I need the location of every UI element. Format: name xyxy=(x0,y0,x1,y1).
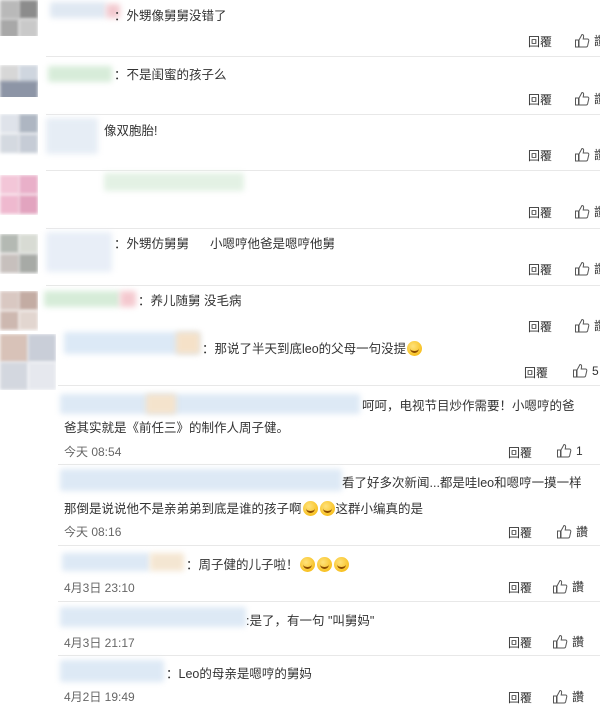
thumbs-up-icon xyxy=(575,91,590,105)
timestamp: 今天 08:54 xyxy=(64,445,122,459)
reply-button[interactable]: 回覆 xyxy=(528,91,552,108)
reply-button[interactable]: 回覆 xyxy=(528,261,552,278)
thumbs-up-icon xyxy=(557,443,572,458)
comment-text: 像双胞胎! xyxy=(104,124,158,138)
reply-item: ：周子健的儿子啦！ 4月3日 23:10 回覆 讚 xyxy=(0,549,600,602)
reply-button[interactable]: 回覆 xyxy=(508,634,532,651)
comment-text: ：养儿随舅 没毛病 xyxy=(138,294,242,308)
username-blurred[interactable] xyxy=(62,553,150,571)
reply-button[interactable]: 回覆 xyxy=(528,33,552,50)
reply-item: 看了好多次新闻...都是哇leo和嗯哼一摸一样 那倒是说说他不是亲弟弟到底是谁的… xyxy=(0,465,600,546)
like-button[interactable]: 讚 xyxy=(574,146,600,163)
thumbs-up-icon xyxy=(553,689,568,703)
emoji-icon xyxy=(299,557,315,572)
thumbs-up-icon xyxy=(557,524,572,538)
comment-text-line2: 那倒是说说他不是亲弟弟到底是谁的孩子啊 这群小编真的是 xyxy=(64,501,424,516)
comment-text-extra: 小嗯哼他爸是嗯哼他舅 xyxy=(210,237,336,251)
username-blurred[interactable] xyxy=(60,660,164,682)
reply-button[interactable]: 回覆 xyxy=(524,364,548,381)
reply-button[interactable]: 回覆 xyxy=(508,579,532,596)
comment-text: 呵呵，电视节目炒作需要！小嗯哼的爸 xyxy=(362,399,575,413)
emoji-icon xyxy=(302,501,318,516)
comment-item: ：外甥仿舅舅 小嗯哼他爸是嗯哼他舅 回覆 讚 xyxy=(0,228,600,286)
reply-item: 呵呵，电视节目炒作需要！小嗯哼的爸 爸其实就是《前任三》的制作人周子健。 今天 … xyxy=(0,386,600,465)
username-blurred[interactable] xyxy=(48,66,112,82)
like-button[interactable]: 讚 xyxy=(556,523,588,540)
username-blurred[interactable] xyxy=(60,469,342,491)
timestamp: 4月3日 21:17 xyxy=(64,636,135,650)
like-button[interactable]: 5 xyxy=(572,363,599,379)
reply-item: :是了，有一句 "叫舅妈" 4月3日 21:17 回覆 讚 xyxy=(0,603,600,656)
username-blurred[interactable] xyxy=(60,394,360,414)
reply-button[interactable]: 回覆 xyxy=(508,524,532,541)
emoji-icon xyxy=(407,341,423,356)
username-blurred[interactable] xyxy=(60,607,246,627)
like-button[interactable]: 讚 xyxy=(574,203,600,220)
avatar[interactable] xyxy=(0,65,38,97)
like-button[interactable]: 1 xyxy=(556,443,583,459)
like-button[interactable]: 讚 xyxy=(574,260,600,277)
emoji-icon xyxy=(333,557,349,572)
comment-item: ：不是闺蜜的孩子么 回覆 讚 xyxy=(0,57,600,115)
comment-item: ：养儿随舅 没毛病 回覆 讚 xyxy=(0,285,600,335)
thumbs-up-icon xyxy=(575,261,590,275)
thumbs-up-icon xyxy=(553,634,568,648)
username-blurred[interactable] xyxy=(104,173,244,191)
username-blurred[interactable] xyxy=(46,232,112,272)
avatar[interactable] xyxy=(0,175,38,215)
timestamp: 4月3日 23:10 xyxy=(64,581,135,595)
thumbs-up-icon xyxy=(575,33,590,47)
username-blurred[interactable] xyxy=(46,118,98,154)
thumbs-up-icon xyxy=(573,363,588,378)
thumbs-up-icon xyxy=(575,147,590,161)
emoji-icon xyxy=(316,557,332,572)
avatar[interactable] xyxy=(0,234,38,274)
avatar[interactable] xyxy=(0,291,38,331)
reply-item: ：那说了半天到底leo的父母一句没提 回覆 5 xyxy=(0,330,600,390)
reply-button[interactable]: 回覆 xyxy=(508,689,532,706)
avatar[interactable] xyxy=(0,114,38,156)
like-button[interactable]: 讚 xyxy=(574,32,600,49)
avatar[interactable] xyxy=(0,0,38,36)
like-button[interactable]: 讚 xyxy=(574,90,600,107)
reply-button[interactable]: 回覆 xyxy=(508,444,532,461)
timestamp: 4月2日 19:49 xyxy=(64,690,135,704)
like-button[interactable]: 讚 xyxy=(552,633,584,650)
like-button[interactable]: 讚 xyxy=(552,688,584,705)
comment-item: ：外甥像舅舅没错了 回覆 讚 xyxy=(0,0,600,57)
thumbs-up-icon xyxy=(575,204,590,218)
comment-text: ：Leo的母亲是嗯哼的舅妈 xyxy=(166,667,312,681)
reply-button[interactable]: 回覆 xyxy=(528,147,552,164)
username-blurred[interactable] xyxy=(44,291,120,307)
reply-button[interactable]: 回覆 xyxy=(528,204,552,221)
reply-item: ：Leo的母亲是嗯哼的舅妈 4月2日 19:49 回覆 讚 xyxy=(0,658,600,705)
comment-text: ：外甥仿舅舅 xyxy=(114,237,190,251)
comment-item: 像双胞胎! 回覆 讚 xyxy=(0,114,600,171)
comment-text: 看了好多次新闻...都是哇leo和嗯哼一摸一样 xyxy=(342,476,582,490)
comment-text: ：那说了半天到底leo的父母一句没提 xyxy=(202,341,423,357)
like-button[interactable]: 讚 xyxy=(552,578,584,595)
comment-text: ：不是闺蜜的孩子么 xyxy=(114,68,227,82)
comment-item: 回覆 讚 xyxy=(0,171,600,229)
thumbs-up-icon xyxy=(553,579,568,593)
avatar[interactable] xyxy=(0,334,56,390)
comment-text-line2: 爸其实就是《前任三》的制作人周子健。 xyxy=(64,421,290,435)
username-blurred[interactable] xyxy=(50,2,106,18)
timestamp: 今天 08:16 xyxy=(64,525,122,539)
emoji-icon xyxy=(319,501,335,516)
comment-text: :是了，有一句 "叫舅妈" xyxy=(246,614,375,628)
comment-text: ：外甥像舅舅没错了 xyxy=(114,9,227,23)
comment-text: ：周子健的儿子啦！ xyxy=(186,557,350,573)
